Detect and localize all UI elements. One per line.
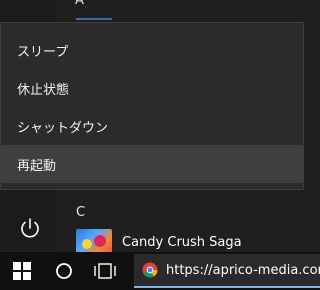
power-icon: [21, 218, 39, 238]
menu-item-label: シャットダウン: [17, 120, 109, 136]
section-a-indicator: [76, 18, 112, 20]
start-button[interactable]: [0, 252, 44, 290]
menu-item-restart[interactable]: 再起動: [1, 145, 303, 183]
menu-item-label: 休止状態: [17, 82, 70, 98]
app-name: Candy Crush Saga: [122, 234, 242, 250]
taskbar-chrome-window[interactable]: https://aprico-media.com: [134, 254, 320, 288]
menu-item-hibernate[interactable]: 休止状態: [1, 69, 303, 107]
menu-item-shutdown[interactable]: シャットダウン: [1, 107, 303, 145]
chrome-window-title: https://aprico-media.com: [166, 262, 320, 278]
menu-item-label: 再起動: [17, 158, 57, 174]
task-view-icon: [94, 263, 116, 279]
menu-item-label: スリープ: [17, 44, 69, 60]
power-options-menu: スリープ 休止状態 シャットダウン 再起動: [0, 22, 304, 190]
section-header-c[interactable]: C: [76, 205, 85, 220]
cortana-circle-icon: [56, 263, 72, 279]
cortana-search-button[interactable]: [48, 252, 80, 290]
power-button[interactable]: [16, 214, 44, 242]
windows-logo-icon: [13, 262, 31, 280]
chrome-icon: [142, 262, 158, 278]
menu-item-sleep[interactable]: スリープ: [1, 31, 303, 69]
taskbar: https://aprico-media.com: [0, 252, 320, 290]
section-header-a[interactable]: A: [75, 0, 84, 8]
task-view-button[interactable]: [88, 252, 122, 290]
